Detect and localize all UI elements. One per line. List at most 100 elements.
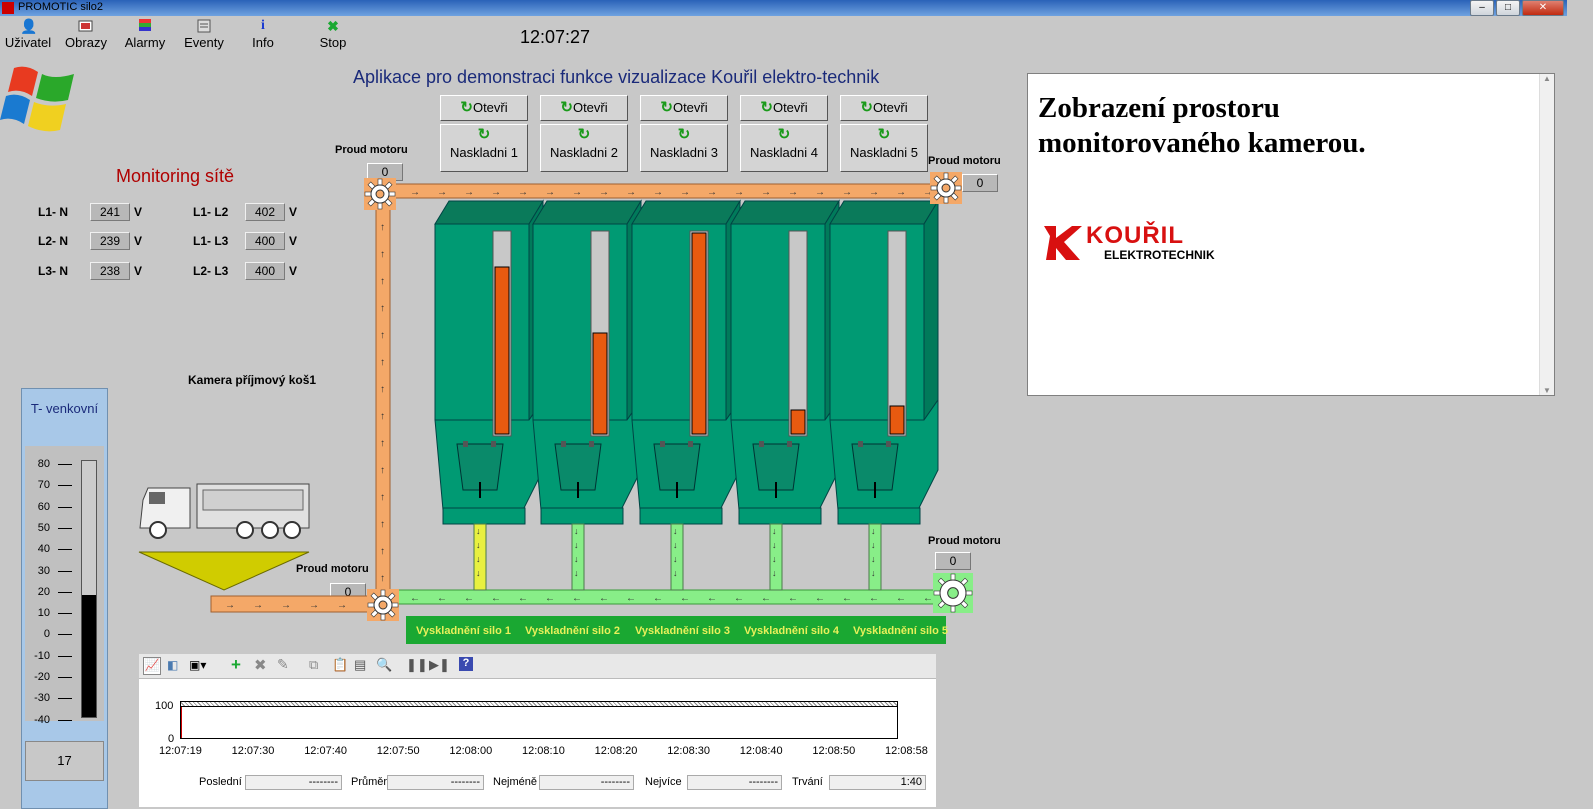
refresh-icon: ↻ [577,126,591,143]
image-dropdown-icon[interactable]: ▣▾ [189,658,206,672]
refresh-icon: ↻ [677,126,691,143]
svg-text:↓: ↓ [871,568,876,578]
open-silo-3-button[interactable]: ↻Otevři [640,95,728,121]
open-silo-4-button[interactable]: ↻Otevři [740,95,828,121]
svg-text:←: ← [491,593,501,604]
temperature-tick-label: -10 [34,649,50,662]
open-silo-2-button[interactable]: ↻Otevři [540,95,628,121]
svg-text:→: → [815,187,825,198]
print-icon[interactable]: ▤ [354,657,366,673]
svg-text:↓: ↓ [574,554,579,564]
receiving-hopper [138,551,310,591]
silo-2: ↓ ↓ ↓ ↓ [532,199,642,591]
refresh-icon: ↻ [860,99,873,116]
load-silo-3-button[interactable]: ↻ Naskladni 3 [640,124,728,172]
trend-x-tick: 12:08:58 [885,745,928,757]
load-silo-5-button[interactable]: ↻ Naskladni 5 [840,124,928,172]
unload-silo-3-button[interactable]: Vyskladnění silo 3 [635,625,730,637]
temperature-tick-label: -30 [34,692,50,705]
trend-stat-value: -------- [539,775,634,790]
svg-text:→: → [491,187,501,198]
temperature-bar [81,460,97,718]
temperature-tick-label: 80 [37,458,50,470]
voltage-value: 402 [245,203,285,221]
temperature-tick-label: 70 [37,479,50,492]
svg-text:↓: ↓ [871,554,876,564]
svg-text:↑: ↑ [380,384,385,395]
unload-silo-4-button[interactable]: Vyskladnění silo 4 [744,625,839,637]
trend-chart: 100 0 12:07:19 12:07:30 12:07:40 12:07:50 12… [139,679,936,807]
temperature-tick-label: 20 [37,585,50,598]
svg-text:↑: ↑ [380,519,385,530]
svg-text:↑: ↑ [380,465,385,476]
silo-5: ↓ ↓ ↓ ↓ [829,199,939,591]
svg-text:→: → [337,600,347,611]
pause-icon[interactable]: ❚❚ [406,657,428,673]
camera-scrollbar[interactable]: ▲ ▼ [1539,74,1554,395]
load-silo-2-button[interactable]: ↻ Naskladni 2 [540,124,628,172]
svg-text:↑: ↑ [380,222,385,233]
svg-text:←: ← [680,593,690,604]
trend-y-tick-min: 0 [168,733,175,745]
svg-text:→: → [896,187,906,198]
svg-text:↓: ↓ [476,526,481,536]
silo-level-fill [790,409,806,435]
zoom-icon[interactable]: 🔍 [376,657,392,673]
trend-stat-label: Nejméně [493,776,538,788]
svg-text:↑: ↑ [380,276,385,287]
temperature-tick [58,719,72,721]
trend-x-tick: 12:08:20 [594,745,638,757]
trend-plot-area [180,701,898,739]
svg-text:↓: ↓ [772,540,777,550]
paste-icon[interactable]: 📋 [332,657,348,673]
scroll-down-icon[interactable]: ▼ [1540,386,1554,395]
svg-text:←: ← [896,593,906,604]
scroll-up-icon[interactable]: ▲ [1540,74,1554,83]
kouril-logo-mark-icon [1044,226,1082,260]
refresh-icon: ↻ [477,126,491,143]
unload-silo-2-button[interactable]: Vyskladnění silo 2 [525,625,620,637]
svg-text:←: ← [545,593,555,604]
add-icon[interactable]: + [231,655,241,675]
temperature-tick-label: 50 [37,521,50,534]
copy-icon[interactable]: ⧉ [309,657,318,673]
trend-x-tick: 12:07:19 [159,745,202,757]
open-label: Otevři [872,100,908,115]
edit-icon[interactable]: ✎ [277,656,289,673]
chart-view-icon[interactable]: 📈 [143,657,161,675]
load-label: Naskladni 4 [750,145,818,160]
voltage-value: 238 [90,262,130,280]
load-label: Naskladni 2 [550,145,618,160]
temperature-tick [58,655,72,657]
voltage-label: L1- N [38,205,68,219]
voltage-unit: V [134,234,143,248]
step-forward-icon[interactable]: ▶❚ [429,657,450,673]
unload-conveyor [395,589,945,605]
load-silo-4-button[interactable]: ↻ Naskladni 4 [740,124,828,172]
svg-text:↓: ↓ [673,526,678,536]
temperature-tick-label: 40 [37,543,50,556]
trend-stat-value: -------- [687,775,782,790]
svg-text:↓: ↓ [574,540,579,550]
open-silo-1-button[interactable]: ↻Otevři [440,95,528,121]
svg-text:→: → [869,187,879,198]
temperature-tick [58,506,72,508]
unload-silo-5-button[interactable]: Vyskladnění silo 5 [853,625,948,637]
svg-text:→: → [518,187,528,198]
svg-text:↓: ↓ [772,526,777,536]
voltage-value: 400 [245,232,285,250]
temperature-bar-fill [82,595,96,717]
delete-icon[interactable]: ✖ [254,656,267,674]
temperature-tick-label: 30 [37,564,50,577]
unload-silo-1-button[interactable]: Vyskladnění silo 1 [416,625,511,637]
temperature-tick [58,570,72,572]
svg-text:←: ← [518,593,528,604]
silo-level-tube [788,230,808,437]
cube-icon[interactable]: ◧ [167,658,178,672]
open-silo-5-button[interactable]: ↻Otevři [840,95,928,121]
trend-toolbar: 📈 ◧ ▣▾ + ✖ ✎ ⧉ 📋 ▤ 🔍 ❚❚ ▶❚ ? [139,654,936,679]
help-icon[interactable]: ? [459,657,473,671]
load-silo-1-button[interactable]: ↻ Naskladni 1 [440,124,528,172]
svg-text:←: ← [437,593,447,604]
svg-text:←: ← [707,593,717,604]
